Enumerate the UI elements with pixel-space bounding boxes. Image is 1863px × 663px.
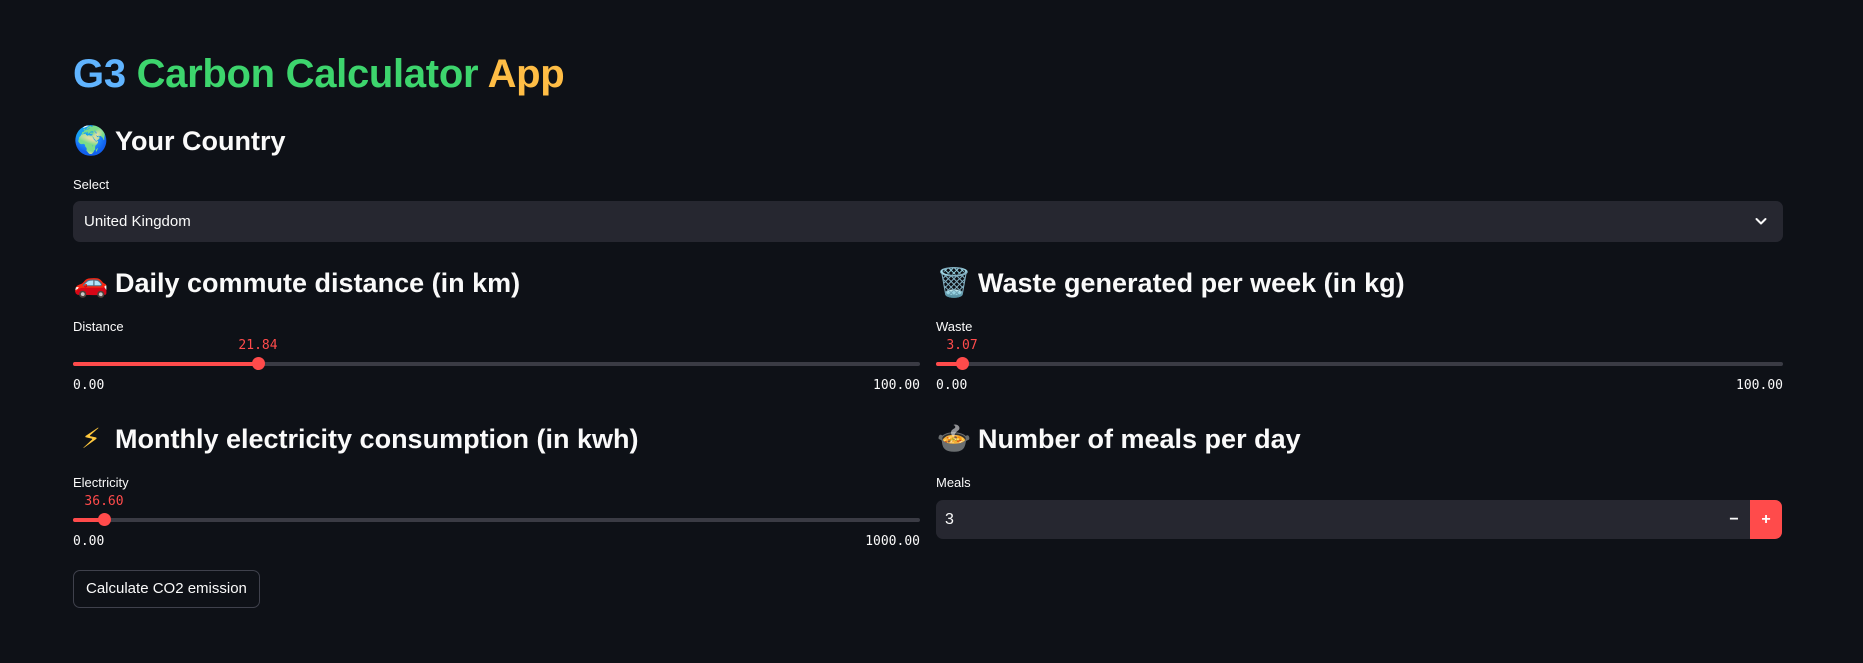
chevron-down-icon [1755, 218, 1767, 225]
meals-heading: 🍲 Number of meals per day [936, 421, 1301, 457]
slider-thumb[interactable] [956, 357, 969, 370]
meals-number-input[interactable]: 3 − + [936, 500, 1782, 539]
distance-heading-text: Daily commute distance (in km) [115, 268, 521, 298]
slider-track [73, 518, 920, 522]
electricity-heading-text: Monthly electricity consumption (in kwh) [115, 424, 639, 454]
waste-heading: 🗑️ Waste generated per week (in kg) [936, 265, 1405, 301]
decrement-button[interactable]: − [1718, 500, 1750, 539]
waste-heading-text: Waste generated per week (in kg) [978, 268, 1405, 298]
meals-input-label: Meals [936, 475, 971, 490]
distance-slider[interactable]: 21.84 0.00 100.00 [73, 338, 920, 393]
electricity-slider-min: 0.00 [73, 534, 105, 549]
country-select-value: United Kingdom [84, 213, 191, 230]
electricity-slider-label: Electricity [73, 475, 129, 490]
waste-slider-min: 0.00 [936, 378, 968, 393]
country-select-label: Select [73, 177, 110, 192]
electricity-slider[interactable]: 36.60 0.00 1000.00 [73, 494, 920, 549]
distance-slider-label: Distance [73, 319, 124, 334]
app-root: G3 Carbon Calculator App 🌍 Your Country … [0, 0, 1863, 663]
stew-pot-icon: 🍲 [936, 422, 972, 455]
electricity-heading: ⚡ Monthly electricity consumption (in kw… [73, 421, 639, 457]
title-part-carbon-calculator: Carbon Calculator [136, 52, 479, 96]
electricity-slider-value: 36.60 [84, 494, 124, 509]
waste-slider-value: 3.07 [946, 338, 978, 353]
increment-button[interactable]: + [1750, 500, 1782, 539]
lightning-icon: ⚡ [81, 422, 101, 455]
country-heading: 🌍 Your Country [73, 123, 286, 159]
distance-slider-min: 0.00 [73, 378, 105, 393]
waste-slider[interactable]: 3.07 0.00 100.00 [936, 338, 1783, 393]
distance-heading: 🚗 Daily commute distance (in km) [73, 265, 521, 301]
slider-thumb[interactable] [98, 513, 111, 526]
waste-slider-label: Waste [936, 319, 973, 334]
calculate-co2-button[interactable]: Calculate CO2 emission [73, 570, 260, 608]
slider-track-fill [73, 362, 258, 366]
wastebasket-icon: 🗑️ [936, 266, 972, 299]
page-title: G3 Carbon Calculator App [73, 48, 565, 100]
slider-thumb[interactable] [251, 357, 265, 370]
title-part-g3: G3 [73, 52, 126, 96]
waste-slider-max: 100.00 [1736, 378, 1783, 393]
country-select[interactable]: United Kingdom [73, 201, 1783, 242]
car-icon: 🚗 [73, 266, 109, 299]
electricity-slider-max: 1000.00 [865, 534, 920, 549]
meals-heading-text: Number of meals per day [978, 424, 1301, 454]
meals-input-value[interactable]: 3 [945, 510, 954, 529]
distance-slider-value: 21.84 [238, 338, 278, 353]
distance-slider-max: 100.00 [873, 378, 920, 393]
globe-icon: 🌍 [73, 124, 109, 157]
country-heading-text: Your Country [115, 126, 286, 156]
slider-track [936, 362, 1783, 366]
title-part-app: App [487, 52, 565, 96]
